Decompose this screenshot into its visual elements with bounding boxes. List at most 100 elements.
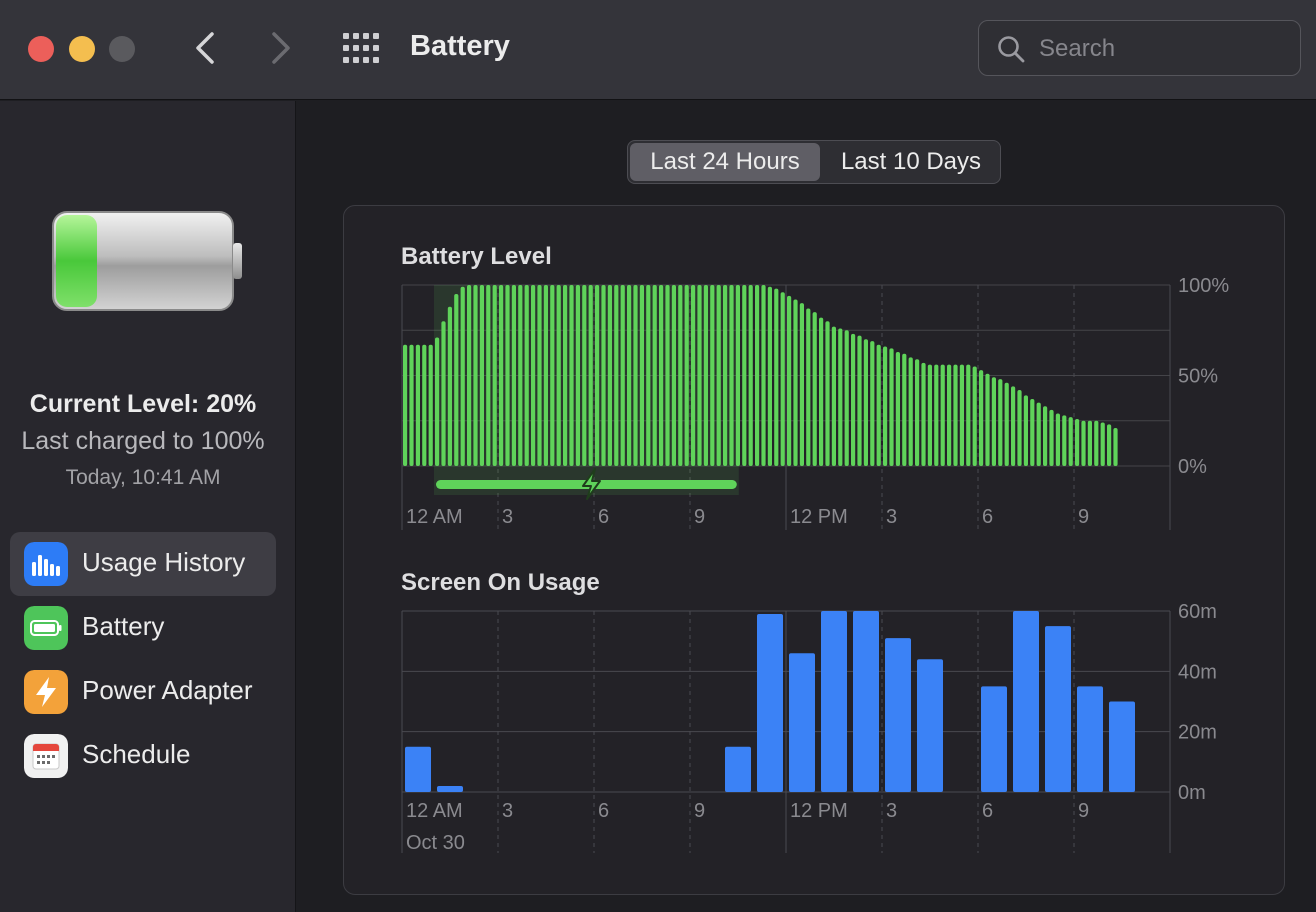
battery-level-bar xyxy=(582,285,587,466)
battery-level-bar xyxy=(473,285,478,466)
battery-level-bar xyxy=(403,344,408,466)
battery-level-bar xyxy=(505,285,510,466)
battery-level-bar xyxy=(710,285,715,466)
x-tick-label: 9 xyxy=(1078,800,1089,822)
battery-level-bar xyxy=(876,344,881,466)
battery-level-bar xyxy=(729,285,734,466)
battery-level-bar xyxy=(454,294,459,466)
screen-on-usage-bar xyxy=(917,659,943,792)
battery-level-bar xyxy=(588,285,593,466)
screen-on-usage-bar xyxy=(1045,626,1071,792)
battery-level-bar xyxy=(921,362,926,466)
screen-on-usage-bar xyxy=(437,785,463,792)
x-tick-label: 12 AM xyxy=(406,800,463,822)
battery-level-bar xyxy=(1107,424,1112,466)
battery-level-bar xyxy=(780,292,785,466)
battery-level-bar xyxy=(1030,399,1035,466)
battery-level-bar xyxy=(767,286,772,466)
battery-level-bar xyxy=(742,285,747,466)
x-tick-label: 3 xyxy=(502,800,513,822)
battery-level-bar xyxy=(1075,418,1080,466)
battery-level-bar xyxy=(499,285,504,466)
battery-level-bar xyxy=(1017,389,1022,466)
battery-level-bar xyxy=(678,285,683,466)
battery-level-bar xyxy=(633,285,638,466)
battery-level-bar xyxy=(748,285,753,466)
battery-level-bar xyxy=(972,366,977,466)
battery-level-bar xyxy=(518,285,523,466)
battery-level-bar xyxy=(723,285,728,466)
battery-level-bar xyxy=(524,285,529,466)
battery-level-bar xyxy=(838,328,843,466)
battery-level-bar xyxy=(467,285,472,466)
battery-level-bar xyxy=(543,285,548,466)
x-tick-label: 12 PM xyxy=(790,506,848,528)
battery-level-bar xyxy=(627,285,632,466)
battery-level-bar xyxy=(531,285,536,466)
y-tick-label: 60m xyxy=(1178,601,1217,623)
battery-level-bar xyxy=(409,344,414,466)
battery-level-bar xyxy=(863,339,868,466)
battery-level-bar xyxy=(684,285,689,466)
battery-level-bar xyxy=(851,333,856,466)
battery-level-bar xyxy=(620,285,625,466)
screen-on-usage-bar xyxy=(725,746,751,792)
x-tick-label: 9 xyxy=(694,506,705,528)
battery-level-bar xyxy=(435,337,440,466)
battery-level-bar xyxy=(697,285,702,466)
screen-on-usage-bar xyxy=(821,611,847,792)
battery-level-bar xyxy=(428,344,433,466)
battery-level-bar xyxy=(614,285,619,466)
battery-level-bar xyxy=(1100,422,1105,466)
battery-level-bar xyxy=(761,285,766,466)
x-tick-label: 9 xyxy=(1078,506,1089,528)
battery-level-bar xyxy=(947,364,952,466)
battery-level-bar xyxy=(953,364,958,466)
x-tick-label: 6 xyxy=(982,506,993,528)
battery-level-bar xyxy=(1049,409,1054,466)
battery-level-bar xyxy=(979,370,984,466)
battery-level-bar xyxy=(831,326,836,466)
x-tick-label: 12 PM xyxy=(790,800,848,822)
battery-level-bar xyxy=(652,285,657,466)
y-tick-label: 0% xyxy=(1178,456,1207,478)
battery-level-bar xyxy=(998,379,1003,466)
screen-on-usage-bar xyxy=(1077,686,1103,792)
battery-level-bar xyxy=(870,341,875,466)
x-tick-label: 3 xyxy=(886,800,897,822)
battery-level-bar xyxy=(1011,386,1016,466)
y-tick-label: 50% xyxy=(1178,366,1218,388)
battery-level-bar xyxy=(825,321,830,466)
battery-level-bar xyxy=(595,285,600,466)
screen-on-usage-bar xyxy=(789,653,815,792)
battery-level-bar xyxy=(601,285,606,466)
x-tick-label: 6 xyxy=(598,800,609,822)
battery-level-bar xyxy=(806,308,811,466)
battery-level-bar xyxy=(1062,415,1067,466)
battery-level-bar xyxy=(908,357,913,466)
battery-level-bar xyxy=(563,285,568,466)
battery-level-bar xyxy=(927,364,932,466)
charts-canvas: 100% 50% 0% 12 AM 3 6 9 12 PM 3 6 9 60m 40m 20m 0m 12 A… xyxy=(401,275,1229,854)
battery-level-bar xyxy=(639,285,644,466)
battery-level-bar xyxy=(902,353,907,466)
x-tick-label: 6 xyxy=(982,800,993,822)
battery-level-bar xyxy=(447,306,452,466)
battery-level-bar xyxy=(1004,382,1009,466)
battery-level-bar xyxy=(441,321,446,466)
screen-on-usage-bar xyxy=(1109,701,1135,792)
screen-on-usage-bar xyxy=(1013,611,1039,792)
y-tick-label: 20m xyxy=(1178,722,1217,744)
battery-level-bar xyxy=(415,344,420,466)
battery-level-bar xyxy=(1081,420,1086,466)
battery-level-bar xyxy=(1043,406,1048,466)
battery-level-bar xyxy=(716,285,721,466)
battery-level-bar xyxy=(460,286,465,466)
battery-level-bar xyxy=(812,312,817,466)
x-tick-label: 3 xyxy=(502,506,513,528)
x-tick-label: 3 xyxy=(886,506,897,528)
battery-level-bar xyxy=(787,295,792,466)
screen-on-usage-bar xyxy=(981,686,1007,792)
battery-level-bar xyxy=(550,285,555,466)
battery-level-bar xyxy=(895,351,900,466)
